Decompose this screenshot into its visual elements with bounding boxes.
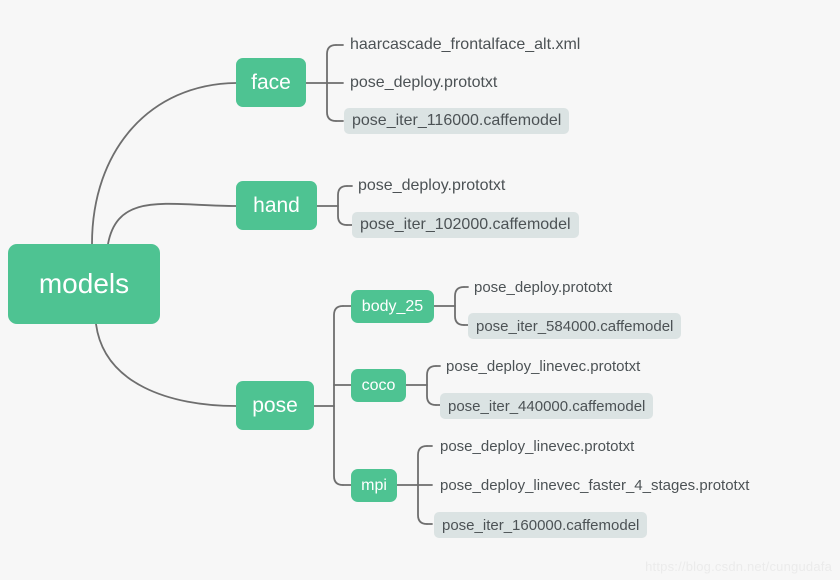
body25-bracket-spine [454, 286, 465, 326]
node-subbranch-mpi[interactable]: mpi [351, 469, 397, 502]
leaf-hand-1[interactable]: pose_iter_102000.caffemodel [352, 212, 579, 238]
leaf-face-0[interactable]: haarcascade_frontalface_alt.xml [350, 32, 580, 58]
leaf-body_25-1[interactable]: pose_iter_584000.caffemodel [468, 313, 682, 339]
leaf-coco-0[interactable]: pose_deploy_linevec.prototxt [446, 354, 640, 379]
node-subbranch-coco[interactable]: coco [351, 369, 406, 402]
leaf-face-2[interactable]: pose_iter_116000.caffemodel [344, 108, 570, 134]
models-to-pose [95, 323, 237, 407]
leaf-face-1[interactable]: pose_deploy.prototxt [350, 70, 497, 96]
hand-bracket-spine [337, 185, 348, 226]
leaf-coco-1[interactable]: pose_iter_440000.caffemodel [440, 393, 654, 419]
coco-bracket-spine [426, 365, 437, 406]
models-to-hand [107, 202, 237, 245]
node-branch-pose[interactable]: pose [236, 381, 314, 430]
leaf-hand-0[interactable]: pose_deploy.prototxt [358, 173, 505, 199]
models-to-face [91, 82, 237, 245]
node-branch-face[interactable]: face [236, 58, 306, 107]
node-root-models[interactable]: models [8, 244, 160, 324]
watermark-text: https://blog.csdn.net/cungudafa [645, 559, 832, 574]
mindmap-canvas: models face haarcascade_frontalface_alt.xm… [0, 0, 840, 580]
leaf-mpi-2[interactable]: pose_iter_160000.caffemodel [434, 512, 648, 538]
leaf-mpi-1[interactable]: pose_deploy_linevec_faster_4_stages.prot… [440, 473, 749, 498]
leaf-mpi-0[interactable]: pose_deploy_linevec.prototxt [440, 434, 634, 459]
node-branch-hand[interactable]: hand [236, 181, 317, 230]
pose-bracket-spine [333, 305, 344, 486]
leaf-body_25-0[interactable]: pose_deploy.prototxt [474, 275, 612, 300]
node-subbranch-body_25[interactable]: body_25 [351, 290, 434, 323]
